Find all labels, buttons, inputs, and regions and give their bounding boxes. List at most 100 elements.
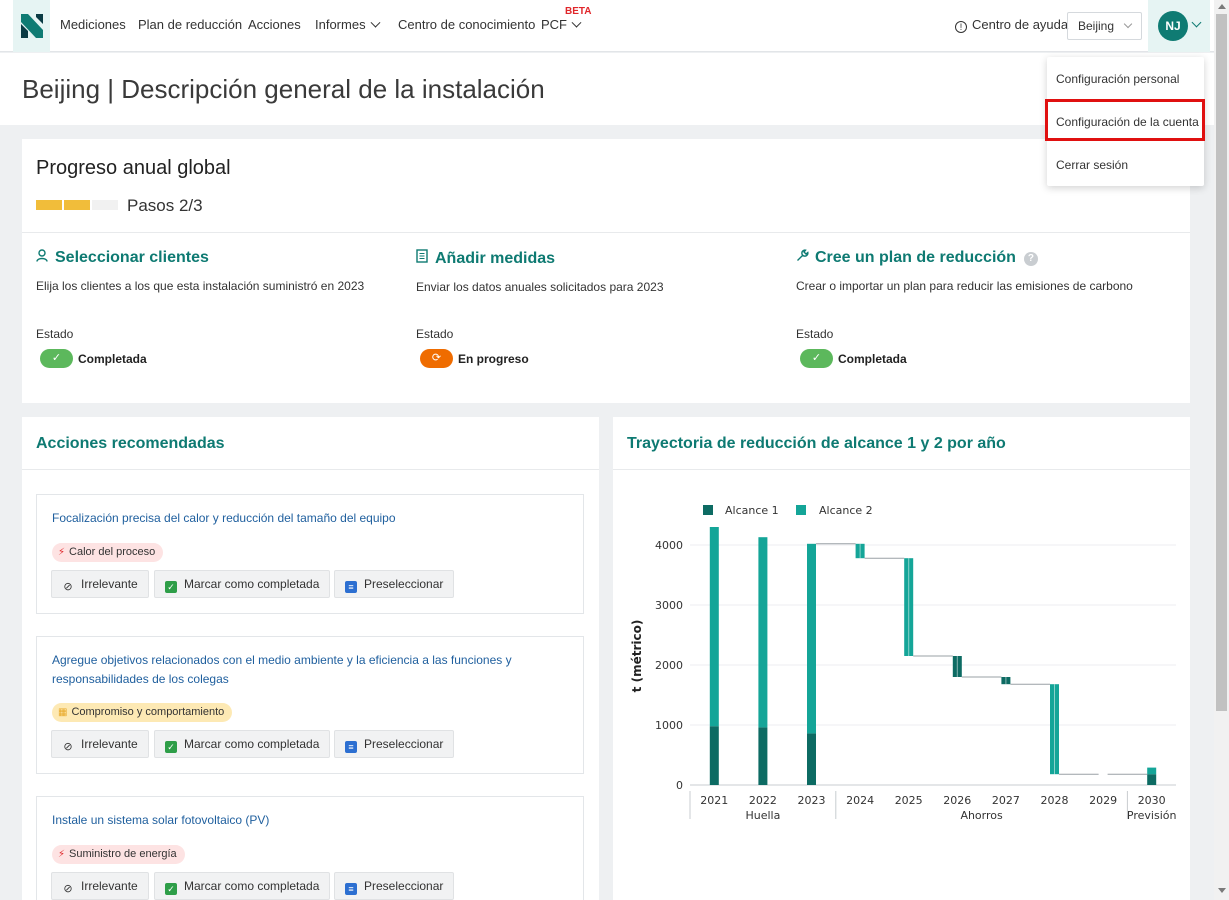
x-tick-label: 2029 (1089, 794, 1117, 807)
nav-pcf[interactable]: PCF (541, 17, 582, 32)
recommended-actions-card: Acciones recomendadas Focalización preci… (22, 417, 599, 900)
divider (22, 232, 1190, 233)
button-label: Irrelevante (81, 737, 138, 751)
step-select-clients: Seleccionar clientes Elija los clientes … (36, 249, 396, 368)
mark-complete-button[interactable]: ✓ Marcar como completada (154, 730, 331, 758)
action-item: Focalización precisa del calor y reducci… (36, 494, 584, 614)
scroll-down-arrow-icon[interactable] (1218, 888, 1226, 893)
eye-off-icon: ⊘ (63, 741, 73, 753)
nav-label: Informes (315, 17, 366, 32)
mark-complete-button[interactable]: ✓ Marcar como completada (154, 570, 331, 598)
step-title-link[interactable]: Añadir medidas (416, 249, 776, 268)
divider (613, 469, 1190, 470)
step-description: Elija los clientes a los que esta instal… (36, 279, 365, 293)
shortlist-button[interactable]: ≡ Preseleccionar (334, 730, 455, 758)
category-tag: ⚡ Suministro de energía (52, 845, 185, 864)
step-title-link[interactable]: Cree un plan de reducción? (796, 249, 1156, 267)
help-label: Centro de ayuda (972, 17, 1069, 32)
mark-complete-button[interactable]: ✓ Marcar como completada (154, 872, 331, 900)
chevron-down-icon (1123, 19, 1133, 29)
nav-acciones[interactable]: Acciones (248, 17, 301, 32)
site-selector[interactable]: Beijing (1067, 12, 1142, 40)
step-title: Añadir medidas (435, 250, 556, 267)
irrelevant-button[interactable]: ⊘ Irrelevante (51, 730, 149, 758)
beta-badge: BETA (565, 6, 592, 17)
x-group-label: Ahorros (960, 809, 1003, 822)
check-icon: ✓ (165, 741, 177, 753)
user-menu-dropdown: Configuración personal Configuración de … (1045, 57, 1205, 186)
nav-label: PCF (541, 17, 567, 32)
step-segment-2 (64, 200, 90, 210)
page-scrollbar[interactable] (1214, 0, 1229, 900)
y-tick-label: 2000 (655, 659, 683, 672)
app-logo[interactable] (13, 0, 50, 52)
x-tick-label: 2022 (749, 794, 777, 807)
status-badge: Completada (78, 352, 147, 366)
check-icon: ✓ (165, 883, 177, 895)
help-icon[interactable]: ? (1023, 252, 1038, 266)
button-label: Irrelevante (81, 577, 138, 591)
nav-centro-de-conocimiento[interactable]: Centro de conocimiento (398, 17, 535, 32)
lightning-icon: ⚡ (58, 849, 66, 860)
avatar: NJ (1158, 11, 1188, 41)
step-segment-3 (92, 200, 118, 210)
annual-progress-card: Progreso anual global Pasos 2/3 Seleccio… (22, 139, 1190, 403)
card-title: Trayectoria de reducción de alcance 1 y … (627, 435, 1006, 452)
step-title: Cree un plan de reducción (815, 249, 1016, 266)
shortlist-button[interactable]: ≡ Preseleccionar (334, 872, 455, 900)
y-axis-label: t (métrico) (630, 620, 644, 693)
info-icon: ! (955, 21, 967, 33)
shortlist-button[interactable]: ≡ Preseleccionar (334, 570, 455, 598)
button-label: Marcar como completada (184, 577, 320, 591)
bar-forecast-alcance-1 (1147, 774, 1157, 785)
logo-icon (21, 14, 43, 38)
tag-label: Compromiso y comportamiento (71, 706, 225, 718)
site-selector-value: Beijing (1078, 19, 1115, 33)
nav-mediciones[interactable]: Mediciones (60, 17, 126, 32)
scroll-up-arrow-icon[interactable] (1218, 4, 1226, 9)
action-title-link[interactable]: Agregue objetivos relacionados con el me… (52, 651, 552, 689)
nav-informes[interactable]: Informes (315, 17, 381, 32)
status-badge: Completada (838, 352, 907, 366)
trajectory-chart: Alcance 1 Alcance 2 0 1000 2000 3000 4000 t (mé… (630, 504, 1177, 822)
menu-item-personal-settings[interactable]: Configuración personal (1056, 72, 1179, 86)
clipboard-icon: ≡ (345, 581, 357, 593)
button-label: Preseleccionar (364, 879, 444, 893)
eye-off-icon: ⊘ (63, 581, 73, 593)
page-title: Beijing | Descripción general de la inst… (22, 74, 545, 104)
scrollbar-thumb[interactable] (1216, 14, 1227, 711)
x-tick-label: 2024 (846, 794, 874, 807)
divider (22, 469, 599, 470)
irrelevant-button[interactable]: ⊘ Irrelevante (51, 570, 149, 598)
step-description: Crear o importar un plan para reducir la… (796, 279, 1133, 293)
nav-label: Acciones (248, 17, 301, 32)
category-tag: ⚡ Calor del proceso (52, 543, 164, 562)
x-tick-label: 2021 (700, 794, 728, 807)
user-menu-toggle[interactable]: NJ (1148, 0, 1210, 52)
action-title-link[interactable]: Focalización precisa del calor y reducci… (52, 509, 552, 528)
status-label: Estado (416, 327, 454, 341)
chevron-down-icon (1191, 17, 1202, 28)
help-center-link[interactable]: ! Centro de ayuda (955, 17, 1068, 33)
button-label: Marcar como completada (184, 737, 320, 751)
nav-label: Centro de conocimiento (398, 17, 536, 32)
nav-label: Mediciones (60, 17, 126, 32)
status-label: Estado (796, 327, 834, 341)
step-reduction-plan: Cree un plan de reducción? Crear o impor… (796, 249, 1156, 368)
chevron-down-icon (370, 17, 381, 28)
top-navigation-bar: Mediciones Plan de reducción Acciones In… (0, 0, 1214, 52)
bar-alcance-2 (807, 543, 816, 734)
x-tick-label: 2028 (1041, 794, 1069, 807)
check-icon: ✓ (40, 349, 73, 368)
y-tick-label: 1000 (655, 719, 683, 732)
x-group-label: Previsión (1127, 809, 1177, 822)
legend-label-alcance-1: Alcance 1 (725, 504, 779, 517)
menu-item-logout[interactable]: Cerrar sesión (1056, 158, 1128, 172)
step-title-link[interactable]: Seleccionar clientes (36, 249, 396, 267)
nav-plan-de-reduccion[interactable]: Plan de reducción (138, 17, 242, 32)
step-add-measures: Añadir medidas Enviar los datos anuales … (416, 249, 776, 368)
irrelevant-button[interactable]: ⊘ Irrelevante (51, 872, 149, 900)
category-tag: ▦ Compromiso y comportamiento (52, 703, 233, 722)
action-title-link[interactable]: Instale un sistema solar fotovoltaico (P… (52, 811, 552, 830)
user-icon (36, 249, 50, 267)
